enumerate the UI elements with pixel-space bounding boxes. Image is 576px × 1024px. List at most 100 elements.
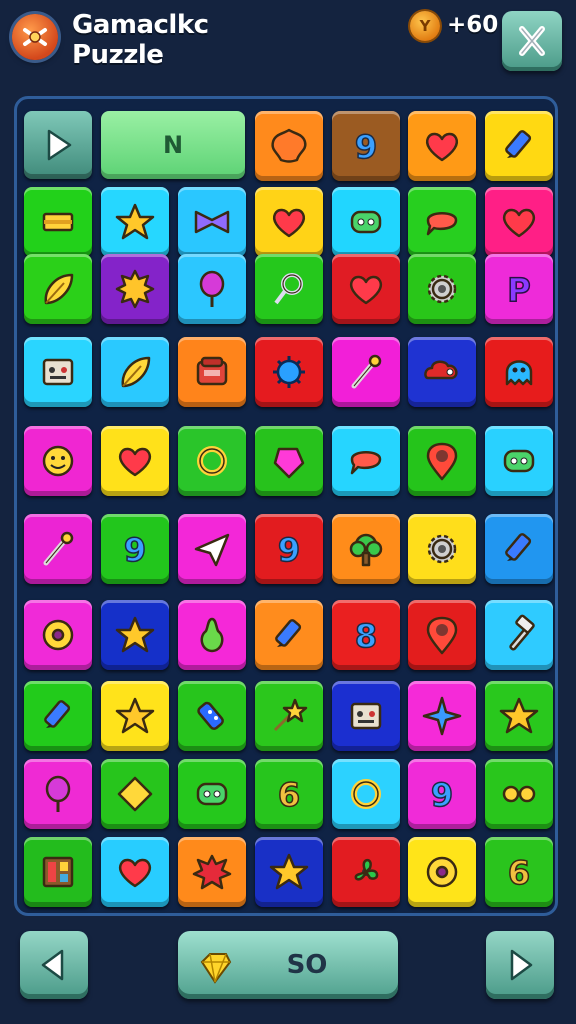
puzzle-tile[interactable]: 9 (101, 514, 169, 584)
puzzle-tile[interactable] (255, 426, 323, 496)
puzzle-tile[interactable] (485, 600, 553, 670)
puzzle-tile[interactable] (332, 514, 400, 584)
play-tile[interactable] (24, 111, 92, 179)
puzzle-tile[interactable] (485, 514, 553, 584)
puzzle-tile[interactable] (24, 837, 92, 907)
puzzle-tile[interactable] (101, 426, 169, 496)
puzzle-tile[interactable] (408, 837, 476, 907)
puzzle-tile[interactable] (101, 254, 169, 324)
window-icon (42, 856, 74, 888)
puzzle-tile[interactable] (101, 759, 169, 829)
puzzle-tile[interactable] (408, 254, 476, 324)
puzzle-tile[interactable] (101, 337, 169, 407)
puzzle-tile[interactable] (332, 187, 400, 257)
puzzle-tile[interactable] (24, 681, 92, 751)
puzzle-tile[interactable] (332, 254, 400, 324)
puzzle-tile[interactable] (178, 187, 246, 257)
puzzle-tile[interactable] (332, 837, 400, 907)
puzzle-tile[interactable] (178, 681, 246, 751)
star-blob-icon (271, 128, 307, 163)
puzzle-tile[interactable] (485, 426, 553, 496)
puzzle-tile[interactable] (255, 600, 323, 670)
label-tile[interactable]: N (101, 111, 245, 179)
puzzle-tile[interactable] (178, 600, 246, 670)
bow-icon (194, 210, 230, 234)
gear-icon (427, 534, 457, 564)
puzzle-tile[interactable]: 8 (332, 600, 400, 670)
puzzle-tile[interactable] (485, 681, 553, 751)
puzzle-tile[interactable] (408, 681, 476, 751)
puzzle-tile[interactable]: 9 (332, 111, 400, 181)
puzzle-tile[interactable] (332, 681, 400, 751)
puzzle-tile[interactable] (255, 337, 323, 407)
puzzle-tile[interactable] (101, 681, 169, 751)
key-ring-icon (274, 273, 303, 305)
puzzle-tile[interactable] (332, 426, 400, 496)
puzzle-tile[interactable] (24, 254, 92, 324)
previous-button[interactable] (20, 931, 88, 999)
box-icon (196, 356, 228, 386)
robot-icon (350, 702, 382, 730)
puzzle-tile[interactable] (24, 759, 92, 829)
puzzle-tile[interactable] (178, 514, 246, 584)
svg-text:8: 8 (355, 617, 377, 655)
close-button[interactable] (502, 11, 562, 71)
puzzle-tile[interactable] (332, 759, 400, 829)
puzzle-tile[interactable] (408, 337, 476, 407)
diamond-icon (117, 776, 153, 812)
puzzle-tile[interactable] (408, 426, 476, 496)
next-button[interactable] (486, 931, 554, 999)
puzzle-tile[interactable] (255, 111, 323, 181)
puzzle-tile[interactable] (485, 187, 553, 257)
puzzle-tile[interactable] (255, 187, 323, 257)
sparkle-icon (422, 696, 462, 736)
puzzle-tile[interactable] (485, 111, 553, 181)
heart-icon (272, 208, 306, 238)
puzzle-tile[interactable] (101, 187, 169, 257)
puzzle-tile[interactable]: 6 (255, 759, 323, 829)
title-line-2: Puzzle (72, 40, 164, 70)
puzzle-tile[interactable] (178, 254, 246, 324)
puzzle-tile[interactable] (24, 514, 92, 584)
speech-bubble-icon (426, 212, 458, 236)
puzzle-tile[interactable]: 9 (255, 514, 323, 584)
svg-text:9: 9 (431, 776, 453, 814)
puzzle-tile[interactable] (101, 837, 169, 907)
coin-letter: Y (419, 17, 431, 35)
puzzle-tile[interactable] (255, 681, 323, 751)
wand-icon (43, 531, 74, 566)
smiley-icon (42, 445, 74, 477)
coin-value: +60 (447, 12, 499, 38)
puzzle-tile[interactable] (332, 337, 400, 407)
puzzle-tile[interactable]: 9 (408, 759, 476, 829)
puzzle-tile[interactable]: 6 (485, 837, 553, 907)
puzzle-tile[interactable] (408, 187, 476, 257)
puzzle-tile[interactable] (178, 426, 246, 496)
puzzle-tile[interactable] (408, 514, 476, 584)
puzzle-tile[interactable] (178, 759, 246, 829)
puzzle-tile[interactable]: P (485, 254, 553, 324)
puzzle-tile[interactable] (24, 426, 92, 496)
header: Gamaclkc Puzzle Y +60 (0, 0, 576, 90)
ring-icon (197, 446, 227, 476)
puzzle-tile[interactable] (178, 337, 246, 407)
marker-icon (275, 619, 302, 647)
number-9-icon: 9 (430, 775, 454, 815)
puzzle-tile[interactable] (255, 254, 323, 324)
puzzle-tile[interactable] (24, 337, 92, 407)
sun-icon (115, 269, 155, 309)
puzzle-tile[interactable] (178, 837, 246, 907)
tree-icon (349, 533, 383, 567)
star-icon (269, 853, 309, 890)
title-line-1: Gamaclkc (72, 10, 209, 40)
puzzle-tile[interactable] (255, 837, 323, 907)
heart-icon (349, 275, 383, 305)
puzzle-tile[interactable] (24, 187, 92, 257)
puzzle-tile[interactable] (485, 337, 553, 407)
puzzle-tile[interactable] (485, 759, 553, 829)
puzzle-tile[interactable] (101, 600, 169, 670)
puzzle-tile[interactable] (408, 111, 476, 181)
puzzle-tile[interactable] (24, 600, 92, 670)
puzzle-tile[interactable] (408, 600, 476, 670)
paper-plane-icon (194, 533, 230, 567)
